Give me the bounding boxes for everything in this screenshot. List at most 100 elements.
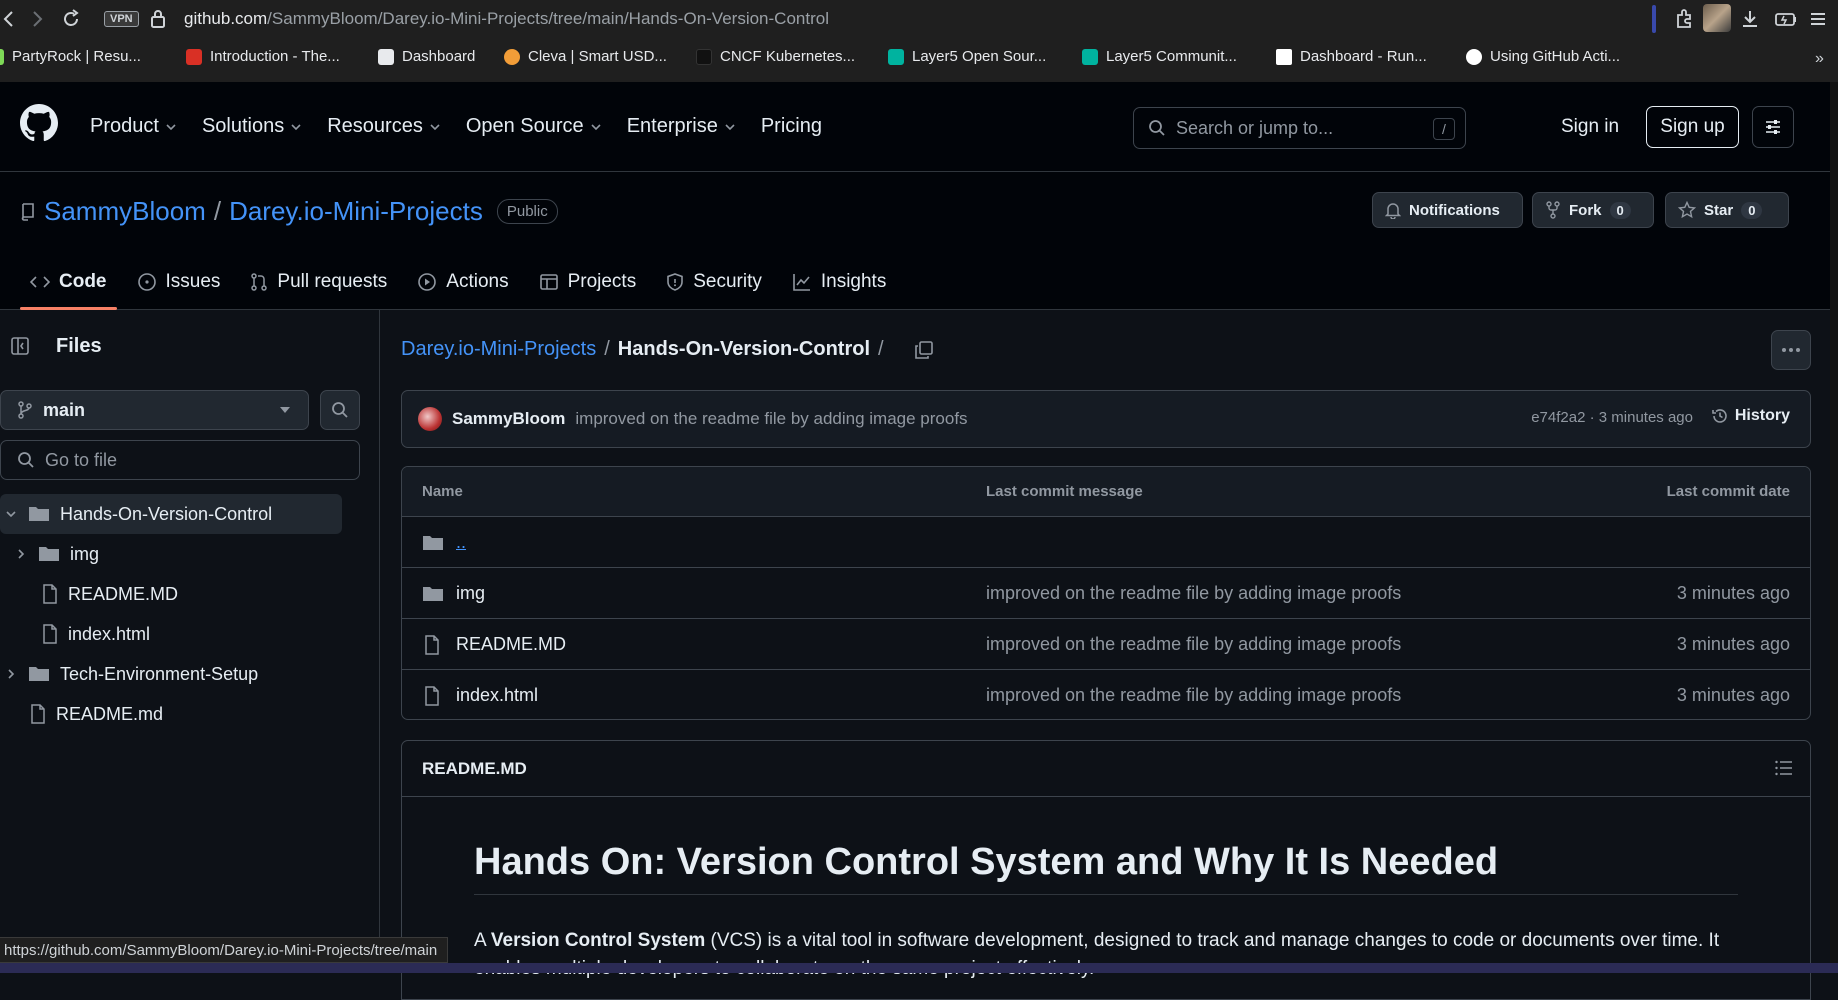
tab-projects[interactable]: Projects [529,254,647,310]
tree-item-hands-on-version-control[interactable]: Hands-On-Version-Control [0,494,342,534]
sign-up-button[interactable]: Sign up [1646,106,1739,148]
nav-pricing[interactable]: Pricing [761,115,822,138]
table-row[interactable]: index.html improved on the readme file b… [402,670,1810,719]
settings-sliders-button[interactable] [1752,106,1794,148]
nav-resources[interactable]: Resources [327,115,441,138]
branch-name: main [43,399,86,420]
nav-label: Solutions [201,115,285,137]
reload-icon[interactable] [60,8,82,30]
status-bar-url: https://github.com/SammyBloom/Darey.io-M… [0,937,449,963]
fork-button[interactable]: Fork 0 [1532,192,1654,228]
go-to-file-input[interactable]: Go to file [0,440,360,480]
search-icon [18,452,34,468]
bookmark-item[interactable]: Introduction - The... [186,48,340,65]
search-files-button[interactable] [320,390,360,430]
github-logo-icon[interactable] [20,104,58,142]
collapse-sidebar-button[interactable] [0,328,40,364]
bookmark-item[interactable]: Layer5 Communit... [1082,48,1237,65]
readme-panel: README.MD Hands On: Version Control Syst… [401,740,1811,1000]
tab-security[interactable]: Security [656,254,772,310]
tree-item-label: README.md [56,703,164,724]
bookmark-label: Introduction - The... [210,48,340,65]
battery-icon[interactable] [1774,8,1798,30]
branch-selector[interactable]: main [0,390,309,430]
page-scrollbar[interactable] [1830,82,1838,973]
tree-item-index-html[interactable]: index.html [0,614,360,654]
tree-item-readme-root[interactable]: README.md [0,694,360,734]
avatar[interactable] [418,407,442,431]
tree-item-readme-upper[interactable]: README.MD [0,574,360,614]
outline-list-icon[interactable] [1774,759,1794,777]
download-icon[interactable] [1740,8,1760,30]
history-button[interactable]: History [1711,407,1790,425]
commit-message-link[interactable]: improved on the readme file by adding im… [986,685,1401,706]
bookmark-label: Dashboard - Run... [1300,48,1427,65]
top-nav: Product Solutions Resources Open Source … [90,115,847,138]
tab-actions[interactable]: Actions [407,254,518,310]
menu-dots-icon[interactable] [1808,8,1828,30]
bookmark-item[interactable]: Cleva | Smart USD... [504,48,667,65]
breadcrumb-separator: / [878,338,884,360]
tab-label: Projects [567,271,637,292]
bookmark-item[interactable]: Dashboard [378,48,475,65]
commit-message[interactable]: improved on the readme file by adding im… [575,409,967,429]
tab-label: Actions [446,271,509,292]
commit-author[interactable]: SammyBloom [452,409,565,429]
partyrock-icon [0,48,4,65]
repo-icon [21,202,34,221]
profile-avatar[interactable] [1703,4,1731,32]
bookmarks-overflow-icon[interactable]: » [1815,50,1824,68]
readme-filename[interactable]: README.MD [422,759,527,779]
bookmark-item[interactable]: CNCF Kubernetes... [696,48,855,65]
file-name-link[interactable]: img [456,583,485,604]
nav-product[interactable]: Product [90,115,177,138]
nav-open-source[interactable]: Open Source [466,115,602,138]
bookmark-item[interactable]: PartyRock | Resu... [0,48,141,65]
notifications-button[interactable]: Notifications [1372,192,1523,228]
bookmark-item[interactable]: Layer5 Open Sour... [888,48,1046,65]
lock-icon[interactable] [150,9,166,29]
more-options-button[interactable] [1771,330,1811,370]
chevron-right-icon[interactable] [14,548,28,560]
tree-item-tech-environment-setup[interactable]: Tech-Environment-Setup [0,654,360,694]
readme-text: A [474,930,491,951]
nav-enterprise[interactable]: Enterprise [627,115,736,138]
tab-pull-requests[interactable]: Pull requests [240,254,397,310]
tree-item-img[interactable]: img [0,534,360,574]
tab-label: Pull requests [277,271,388,292]
chevron-down-icon[interactable] [4,508,18,520]
bookmark-item[interactable]: Dashboard - Run... [1276,48,1427,65]
file-name-link[interactable]: README.MD [456,634,566,655]
repo-name-link[interactable]: Darey.io-Mini-Projects [229,196,483,227]
star-button[interactable]: Star 0 [1665,192,1789,228]
commit-message-link[interactable]: improved on the readme file by adding im… [986,583,1401,604]
chevron-right-icon[interactable] [4,668,18,680]
search-input[interactable]: Search or jump to... / [1133,107,1466,149]
parent-dir-link[interactable]: .. [456,532,466,553]
forward-icon[interactable] [30,8,52,30]
tab-issues[interactable]: Issues [127,254,231,310]
table-row[interactable]: img improved on the readme file by addin… [402,568,1810,619]
commit-date: 3 minutes ago [1676,583,1790,603]
table-row-parent-dir[interactable]: .. [402,517,1810,568]
tab-code[interactable]: Code [20,254,117,310]
table-row[interactable]: README.MD improved on the readme file by… [402,619,1810,670]
address-bar[interactable]: github.com/SammyBloom/Darey.io-Mini-Proj… [184,9,829,29]
bookmark-item[interactable]: Using GitHub Acti... [1466,48,1620,65]
file-name-link[interactable]: index.html [456,685,538,706]
sign-in-link[interactable]: Sign in [1561,116,1619,138]
back-icon[interactable] [2,8,24,30]
breadcrumb-repo-link[interactable]: Darey.io-Mini-Projects [401,338,596,361]
vpn-badge[interactable]: VPN [104,11,139,27]
commit-hash-time[interactable]: e74f2a2 · 3 minutes ago [1531,409,1693,426]
tab-insights[interactable]: Insights [782,254,896,310]
nav-solutions[interactable]: Solutions [202,115,302,138]
commit-message-link[interactable]: improved on the readme file by adding im… [986,634,1401,655]
repo-owner-link[interactable]: SammyBloom [44,196,206,227]
star-icon [1678,201,1696,219]
folder-open-icon [29,507,49,521]
extensions-icon[interactable] [1673,8,1695,30]
copy-path-icon[interactable] [914,340,934,360]
introduction-icon [186,48,202,65]
fork-icon [1546,201,1560,219]
